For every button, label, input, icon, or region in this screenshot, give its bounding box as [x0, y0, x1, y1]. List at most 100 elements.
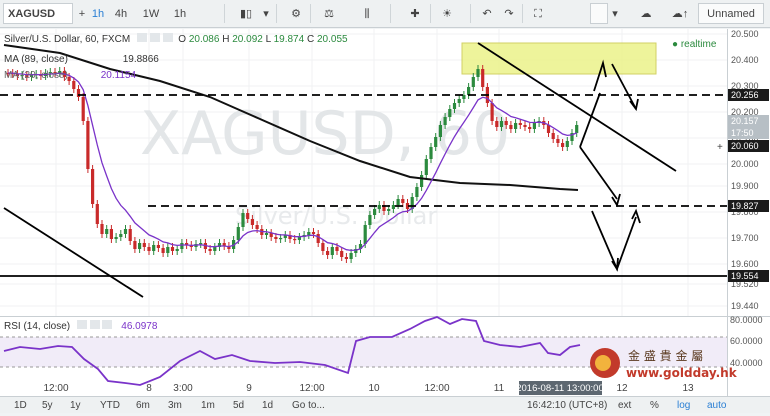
candle-body: [316, 234, 320, 243]
candle-body: [109, 229, 113, 239]
candle-body: [147, 247, 151, 251]
time-tick-label: 11: [494, 383, 505, 394]
candle-body: [241, 213, 245, 227]
candle-body: [495, 121, 499, 127]
candle-body: [72, 81, 76, 89]
bottom-bar: 1D 5y 1y YTD 6m 3m 1m 5d 1d Go to... 16:…: [0, 396, 770, 413]
candle-body: [91, 169, 95, 204]
candle-body: [551, 133, 555, 139]
compare-icon[interactable]: ⚖: [318, 3, 340, 24]
time-tick-label: 13: [682, 383, 694, 394]
ohlc-h-label: H: [222, 34, 230, 45]
ohlc-c-label: C: [306, 34, 315, 45]
candle-body: [321, 243, 325, 251]
clock-label: 16:42:10 (UTC+8): [527, 400, 608, 411]
cloud-icon[interactable]: ☁: [634, 3, 658, 24]
price-tick-label: 19.440: [731, 301, 759, 311]
interval-1h-button[interactable]: 1h: [88, 3, 108, 24]
candle-body: [161, 248, 165, 253]
candle-body: [368, 215, 372, 225]
candle-body: [377, 205, 381, 209]
candle-body: [255, 225, 259, 229]
candle-body: [429, 147, 433, 159]
candle-body: [349, 253, 353, 259]
settings-icon[interactable]: ⚙: [286, 3, 306, 24]
ma-89-value: 19.8866: [122, 54, 159, 65]
range-6m[interactable]: 6m: [136, 399, 150, 413]
range-1y[interactable]: 1y: [70, 399, 81, 413]
chevron-down-icon[interactable]: ▾: [260, 3, 272, 24]
candle-body: [391, 205, 395, 209]
time-tick-label: 12:00: [424, 383, 449, 394]
candle-body: [105, 229, 109, 234]
range-1d[interactable]: 1D: [14, 399, 27, 413]
percent-toggle[interactable]: %: [650, 399, 659, 413]
price-tick-label: 20.400: [731, 55, 759, 65]
candle-body: [420, 175, 424, 187]
price-chart[interactable]: XAGUSD, 60 Silver/U.S. Dollar 20.50020.4…: [0, 29, 770, 413]
ohlc-l-value: 19.874: [273, 34, 305, 45]
layout-name-button[interactable]: Unnamed: [698, 3, 764, 24]
price-label: 19.554: [731, 271, 759, 281]
goto-button[interactable]: Go to...: [292, 399, 325, 413]
candle-body: [471, 77, 475, 87]
range-5d[interactable]: 5d: [233, 399, 244, 413]
auto-toggle[interactable]: auto: [707, 399, 726, 413]
color-swatch[interactable]: [590, 3, 608, 24]
candle-body: [81, 97, 85, 121]
ma-89-legend: MA (89, close) 19.8866: [4, 54, 159, 65]
candle-body: [387, 209, 391, 211]
ext-toggle[interactable]: ext: [618, 399, 631, 413]
log-toggle[interactable]: log: [677, 399, 690, 413]
time-tick-label: 12:00: [299, 383, 324, 394]
svg-text:www.goldday.hk: www.goldday.hk: [626, 366, 738, 380]
fullscreen-icon[interactable]: ⛶: [527, 3, 549, 24]
candle-body: [518, 123, 522, 125]
chart-style-icon[interactable]: ▮▯: [236, 3, 256, 24]
candle-body: [476, 69, 480, 77]
undo-icon[interactable]: ↶: [478, 3, 496, 24]
candle-body: [499, 121, 504, 127]
chart-area[interactable]: XAGUSD, 60 Silver/U.S. Dollar 20.500 20.…: [0, 29, 770, 413]
candle-body: [523, 125, 527, 127]
candle-body: [330, 247, 334, 255]
candle-body: [448, 109, 452, 117]
plus-icon[interactable]: +: [75, 3, 89, 24]
candle-body: [142, 243, 146, 247]
range-5y[interactable]: 5y: [42, 399, 53, 413]
highlight-box: [461, 42, 657, 75]
svg-text:金 盛 貴 金 屬: 金 盛 貴 金 屬: [628, 348, 703, 363]
candle-body: [438, 125, 442, 137]
candle-body: [180, 243, 184, 249]
range-3m[interactable]: 3m: [168, 399, 182, 413]
price-label: 20.060: [731, 141, 759, 151]
symbol-input[interactable]: XAGUSD: [3, 3, 73, 24]
candle-body: [86, 121, 90, 169]
range-1m[interactable]: 1m: [201, 399, 215, 413]
candle-body: [199, 243, 203, 245]
candle-body: [307, 232, 311, 235]
redo-icon[interactable]: ↷: [500, 3, 518, 24]
candle-body: [528, 127, 532, 129]
templates-icon[interactable]: ✚: [404, 3, 426, 24]
chevron-down-icon[interactable]: ▾: [609, 3, 621, 24]
range-ytd[interactable]: YTD: [100, 399, 120, 413]
candle-body: [504, 121, 508, 125]
indicators-icon[interactable]: ⫼: [356, 3, 378, 24]
candle-body: [340, 251, 344, 257]
interval-4h-button[interactable]: 4h: [112, 3, 130, 24]
chart-legend-title: Silver/U.S. Dollar, 60, FXCM O 20.086 H …: [4, 33, 348, 45]
interval-1w-button[interactable]: 1W: [141, 3, 161, 24]
time-tick-label: 9: [246, 383, 252, 394]
rsi-tick-label: 60.0000: [730, 336, 763, 346]
alert-icon[interactable]: ☀: [437, 3, 457, 24]
range-1d-short[interactable]: 1d: [262, 399, 273, 413]
crosshair-icon[interactable]: +: [717, 142, 723, 153]
candle-body: [208, 249, 212, 251]
time-tick-label: 8: [146, 383, 152, 394]
candle-body: [532, 123, 536, 129]
cloud-upload-icon[interactable]: ☁↑: [668, 3, 692, 24]
candle-body: [133, 241, 137, 249]
candle-body: [297, 237, 301, 240]
interval-dropdown[interactable]: 1h: [170, 3, 190, 24]
